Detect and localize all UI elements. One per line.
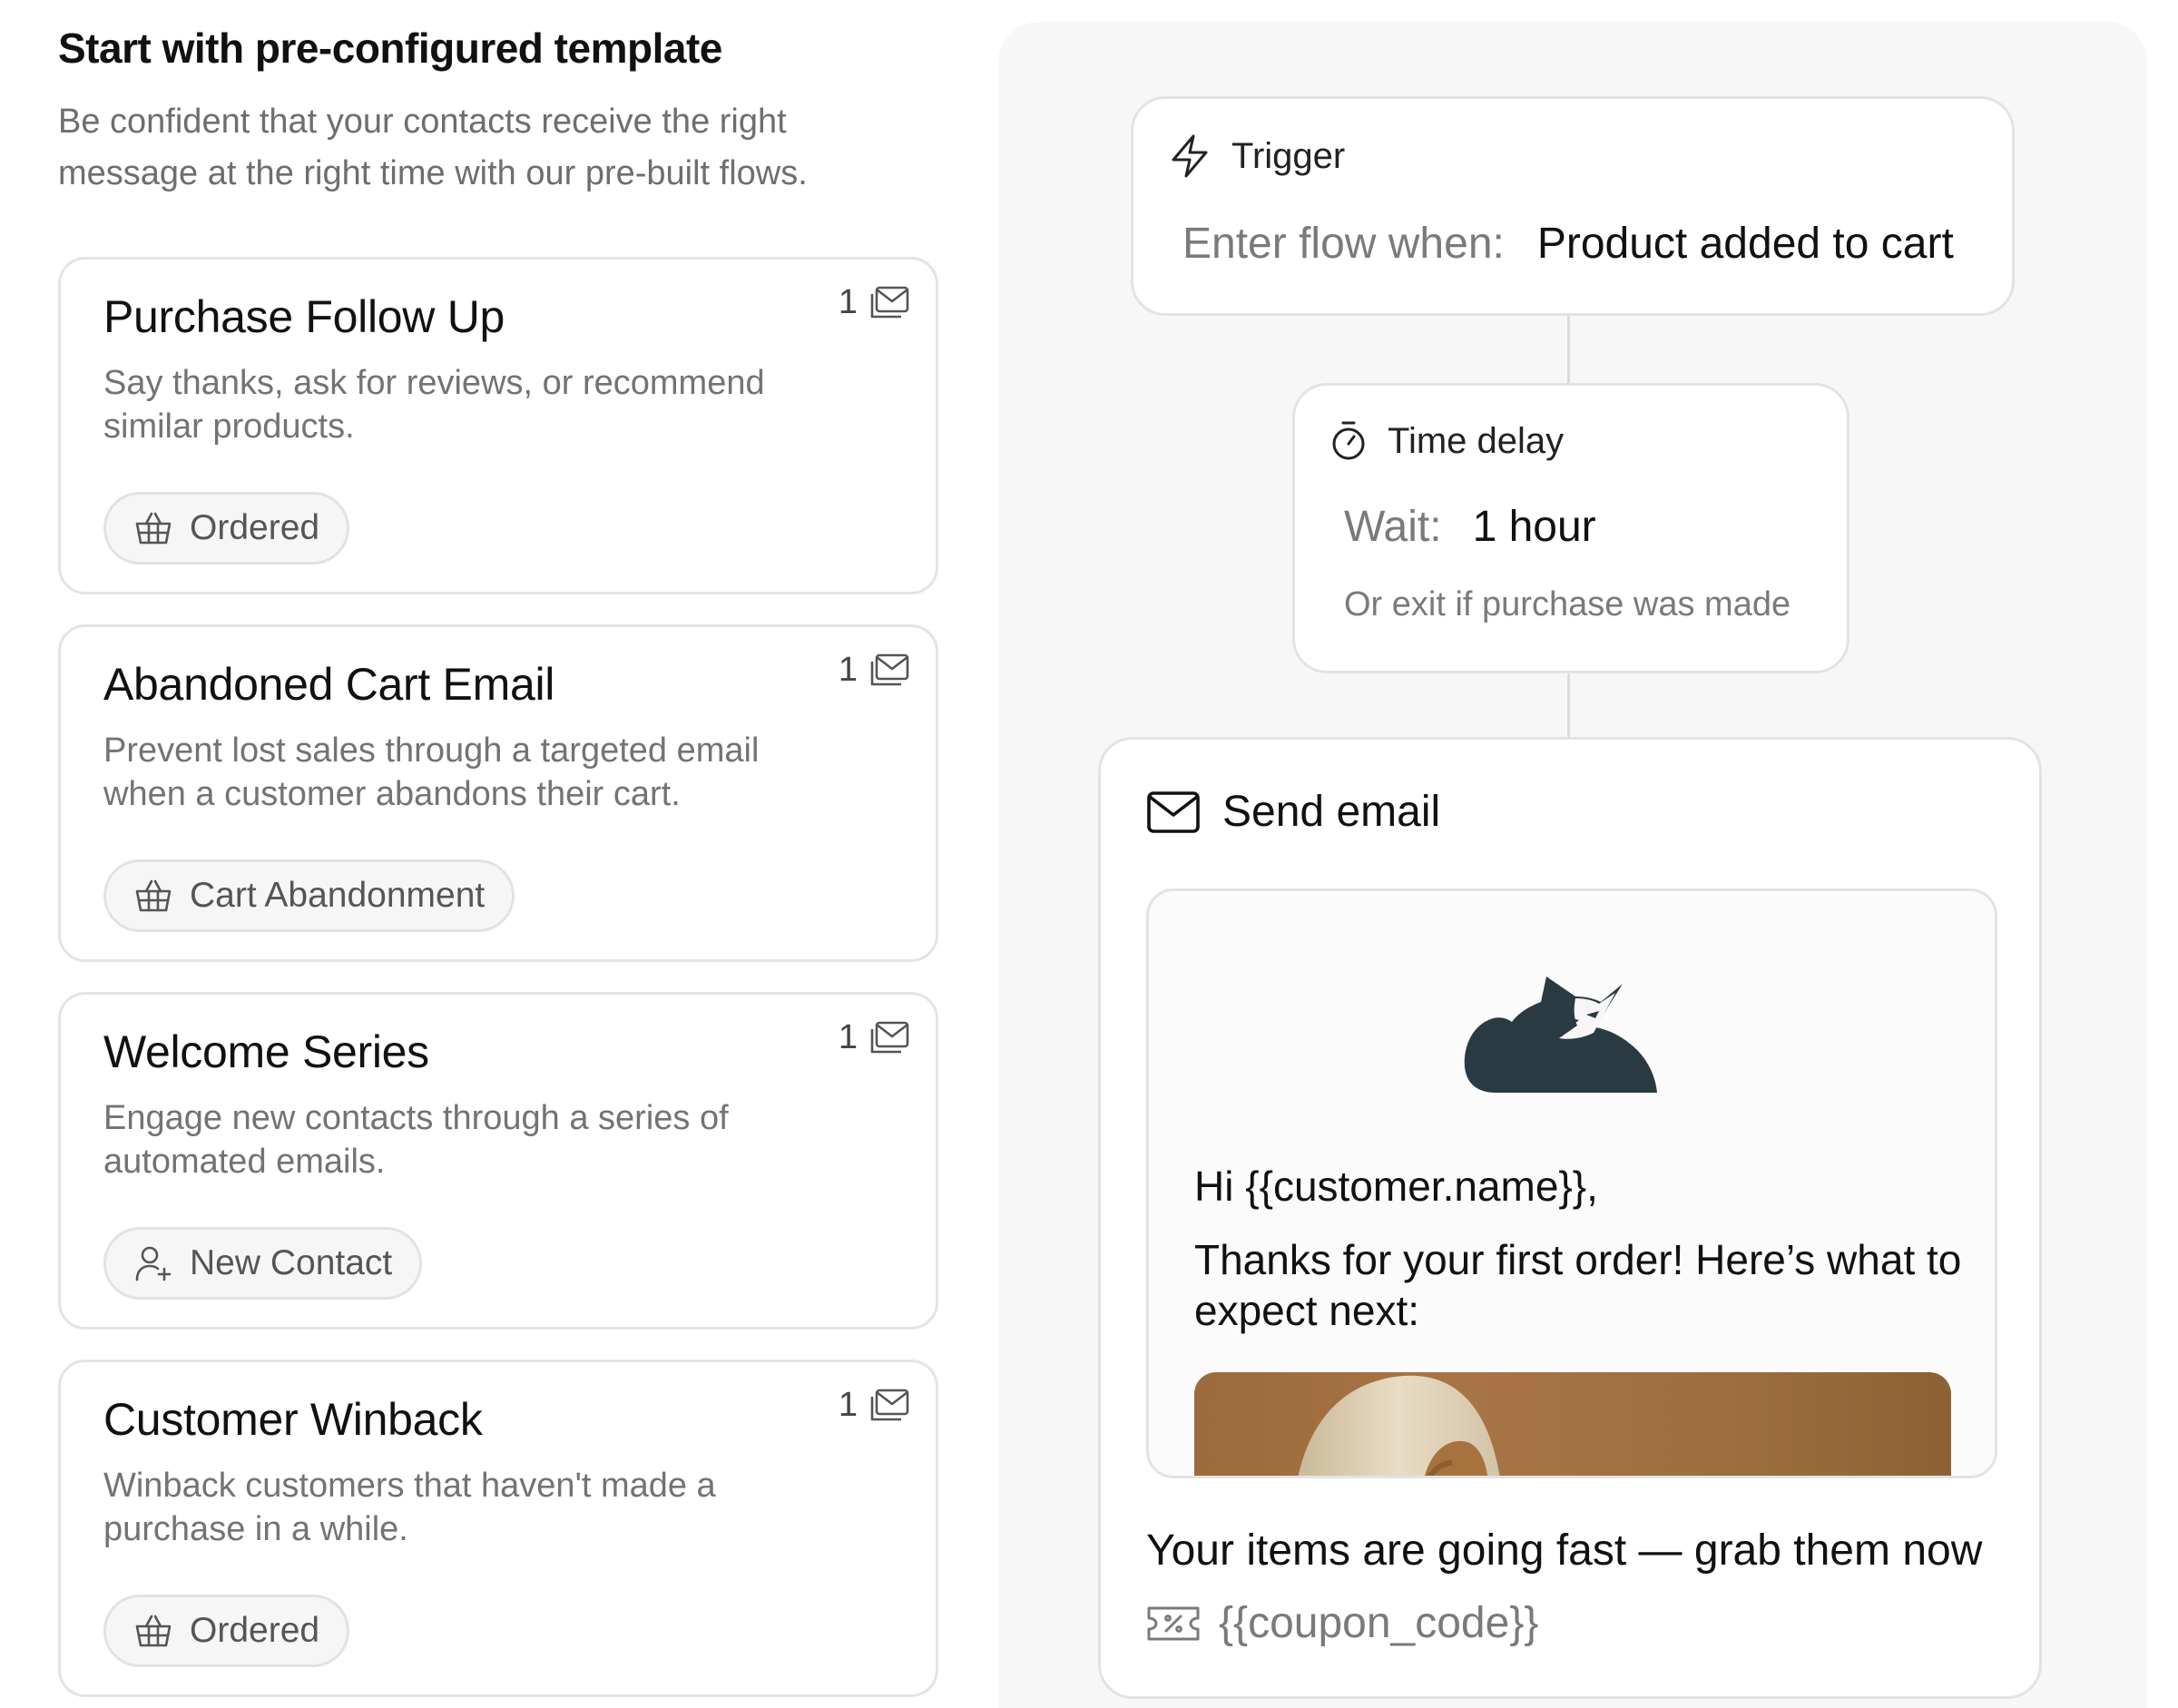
coupon-code: {{coupon_code}} [1146, 1598, 1538, 1648]
email-count-value: 1 [838, 283, 858, 321]
tag-label: New Contact [190, 1243, 393, 1282]
email-label: Send email [1222, 788, 1441, 836]
ticket-icon [1147, 1606, 1200, 1640]
product-image [1194, 1372, 1951, 1476]
template-title: Customer Winback [103, 1394, 483, 1445]
delay-condition: Wait: 1 hour [1344, 502, 1596, 552]
email-cta-text: Your items are going fast — grab them no… [1146, 1526, 1983, 1575]
email-preview[interactable]: Hi {{customer.name}}, Thanks for your fi… [1146, 888, 1997, 1478]
template-card-purchase-follow-up[interactable]: Purchase Follow Up 1 Say thanks, ask for… [58, 257, 938, 594]
tag-label: Ordered [190, 1611, 320, 1650]
email-count: 1 [839, 1018, 910, 1057]
template-description: Engage new contacts through a series of … [103, 1099, 729, 1181]
template-card-customer-winback[interactable]: Customer Winback 1 Winback customers tha… [58, 1360, 938, 1697]
template-title: Abandoned Cart Email [103, 659, 555, 710]
tag-ordered[interactable]: Ordered [103, 492, 350, 564]
coupon-code-value: {{coupon_code}} [1219, 1599, 1539, 1647]
email-header: Send email [1146, 787, 1440, 837]
flow-connector [1567, 314, 1570, 385]
basket-icon [135, 1615, 172, 1647]
email-body-text: Thanks for your first order! Here’s what… [1194, 1236, 1962, 1334]
emails-stack-icon [870, 1021, 909, 1053]
trigger-header: Trigger [1168, 133, 1345, 179]
cat-logo [1464, 977, 1657, 1093]
flow-connector [1567, 672, 1570, 739]
basket-icon [135, 512, 172, 545]
template-title: Purchase Follow Up [103, 291, 505, 342]
email-count: 1 [839, 283, 910, 322]
send-email-node[interactable]: Send email Hi {{customer.name}}, Thanks … [1098, 737, 2042, 1699]
section-title: Start with pre-configured template [58, 25, 722, 72]
tag-new-contact[interactable]: New Contact [103, 1227, 423, 1300]
delay-label: Time delay [1388, 420, 1565, 461]
email-count-value: 1 [838, 1386, 858, 1424]
template-description: Winback customers that haven't made a pu… [103, 1467, 716, 1548]
tag-ordered[interactable]: Ordered [103, 1595, 350, 1667]
trigger-value: Product added to cart [1536, 220, 1954, 268]
tag-cart-abandonment[interactable]: Cart Abandonment [103, 859, 515, 932]
emails-stack-icon [870, 286, 909, 318]
stopwatch-icon [1332, 421, 1365, 460]
email-count: 1 [839, 1386, 910, 1425]
delay-key: Wait: [1344, 503, 1442, 551]
time-delay-node[interactable]: Time delay Wait: 1 hour Or exit if purch… [1292, 383, 1849, 673]
trigger-node[interactable]: Trigger Enter flow when: Product added t… [1131, 96, 2015, 316]
template-card-abandoned-cart-email[interactable]: Abandoned Cart Email 1 Prevent lost sale… [58, 624, 938, 962]
tag-label: Cart Abandonment [190, 876, 486, 915]
email-count: 1 [839, 651, 910, 690]
template-card-welcome-series[interactable]: Welcome Series 1 Engage new contacts thr… [58, 992, 938, 1330]
email-count-value: 1 [838, 651, 858, 689]
basket-icon [135, 879, 172, 912]
user-plus-icon [135, 1246, 172, 1281]
trigger-key: Enter flow when: [1182, 220, 1505, 268]
template-title: Welcome Series [103, 1026, 429, 1077]
emails-stack-icon [870, 653, 909, 685]
email-count-value: 1 [838, 1018, 858, 1056]
template-description: Prevent lost sales through a targeted em… [103, 731, 760, 813]
trigger-condition: Enter flow when: Product added to cart [1182, 219, 1954, 269]
delay-value: 1 hour [1472, 503, 1596, 551]
trigger-label: Trigger [1231, 135, 1346, 176]
template-description: Say thanks, ask for reviews, or recommen… [103, 364, 765, 446]
section-intro: Be confident that your contacts receive … [58, 103, 808, 192]
tag-label: Ordered [190, 508, 320, 547]
emails-stack-icon [870, 1389, 909, 1420]
lightning-icon [1172, 134, 1208, 178]
envelope-icon [1147, 790, 1200, 833]
product-image-graphic [1298, 1375, 1500, 1476]
delay-header: Time delay [1329, 420, 1564, 462]
delay-exit-note: Or exit if purchase was made [1344, 585, 1791, 623]
email-greeting: Hi {{customer.name}}, [1194, 1163, 1598, 1210]
